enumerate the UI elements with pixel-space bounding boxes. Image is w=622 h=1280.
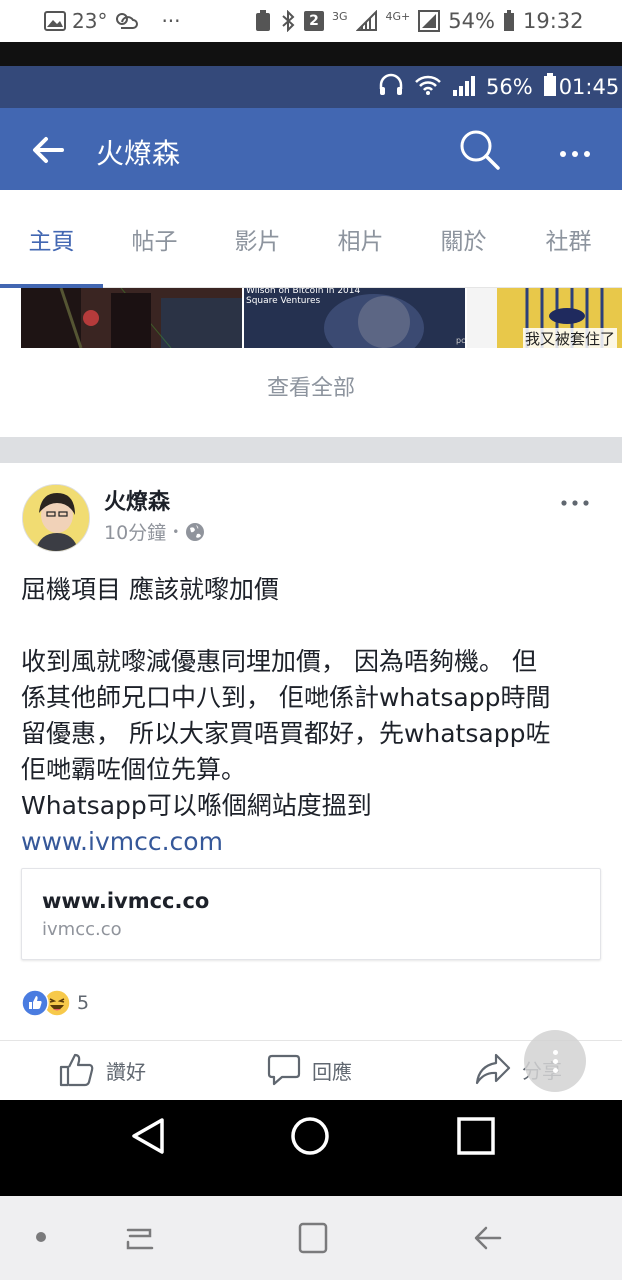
status-divider xyxy=(0,42,622,66)
signal-icon xyxy=(418,10,441,32)
network-3g: 3G xyxy=(332,9,348,23)
post-author[interactable]: 火燎森 xyxy=(104,484,170,516)
back-nav-icon[interactable] xyxy=(128,1116,168,1160)
battery-percent: 54% xyxy=(448,9,495,33)
recents-nav-icon[interactable] xyxy=(456,1116,496,1160)
recent-apps-icon[interactable] xyxy=(124,1224,156,1258)
tab-community[interactable]: 社群 xyxy=(515,190,622,288)
network-4g: 4G+ xyxy=(385,9,411,23)
menu-dot xyxy=(552,1049,558,1055)
tab-about[interactable]: 關於 xyxy=(412,190,515,288)
nav-dot-icon xyxy=(36,1232,46,1242)
share-icon xyxy=(474,1052,512,1086)
floating-menu-button[interactable] xyxy=(524,1030,586,1092)
like-button[interactable]: 讚好 xyxy=(58,1052,146,1088)
tab-home[interactable]: 主頁 xyxy=(0,190,103,288)
signal-icon xyxy=(355,10,378,32)
recycle-icon xyxy=(254,10,272,32)
photo-thumbnail[interactable]: 我又被套住了 xyxy=(467,288,622,348)
inner-status-bar: 56% 01:45 xyxy=(0,66,622,108)
post-text-line: 佢哋霸咗個位先算。 xyxy=(21,755,247,784)
meta-separator: • xyxy=(172,524,180,539)
profile-tabs: 主頁 帖子 影片 相片 關於 社群 xyxy=(0,190,622,288)
temperature-text: 23° xyxy=(72,9,108,33)
post-text-line: Whatsapp可以喺個網站度搵到 xyxy=(21,791,372,820)
search-icon[interactable] xyxy=(458,128,502,172)
more-options-icon[interactable] xyxy=(558,144,592,157)
back-arrow-icon[interactable] xyxy=(30,134,66,166)
photo-thumbnail[interactable]: Wilson on Bitcoin in 2014 Square Venture… xyxy=(244,288,465,348)
photo-caption: Wilson on Bitcoin in 2014 xyxy=(246,288,361,296)
app-header: 火燎森 xyxy=(0,108,622,190)
outer-navigation-bar xyxy=(0,1196,622,1280)
post-text-line: 留優惠， 所以大家買唔買都好，先whatsapp咗 xyxy=(21,719,551,748)
link-card-title: www.ivmcc.co xyxy=(42,889,210,913)
post-options-icon[interactable] xyxy=(560,484,590,514)
link-preview-card[interactable]: www.ivmcc.co ivmcc.co xyxy=(21,868,601,960)
post-text-line: 係其他師兄口中八到， 佢哋係計whatsapp時間 xyxy=(21,683,551,712)
bluetooth-icon xyxy=(280,10,296,32)
reaction-summary[interactable]: 5 xyxy=(21,988,89,1018)
outer-status-bar: 23° ··· 2 3G 4G+ 54% 19:32 xyxy=(0,0,622,42)
photo-caption: Square Ventures xyxy=(246,296,321,306)
page-title: 火燎森 xyxy=(96,137,181,170)
battery-percent: 56% xyxy=(486,75,533,99)
section-separator xyxy=(0,437,622,463)
thumbs-up-icon xyxy=(58,1052,96,1088)
inner-navigation-bar xyxy=(0,1100,622,1172)
see-all-link[interactable]: 查看全部 xyxy=(0,370,622,402)
reaction-count: 5 xyxy=(77,992,90,1014)
post-time[interactable]: 10分鐘 xyxy=(104,518,166,545)
post-text-line xyxy=(21,608,606,644)
clock: 19:32 xyxy=(522,9,584,33)
avatar[interactable] xyxy=(22,484,90,552)
nav-divider xyxy=(0,1172,622,1196)
like-label: 讚好 xyxy=(106,1059,146,1084)
more-notifications: ··· xyxy=(161,9,181,33)
photo-caption: pc xyxy=(456,336,465,345)
headset-icon xyxy=(378,73,404,102)
like-reaction-icon xyxy=(21,989,49,1017)
sim-badge: 2 xyxy=(304,11,324,31)
post-meta: 10分鐘 • xyxy=(104,518,205,545)
gallery-icon xyxy=(44,11,66,31)
weather-icon xyxy=(113,10,139,32)
menu-dot xyxy=(552,1067,558,1073)
tab-videos[interactable]: 影片 xyxy=(206,190,309,288)
clock: 01:45 xyxy=(558,75,620,99)
comment-label: 回應 xyxy=(312,1059,352,1084)
home-square-icon[interactable] xyxy=(298,1222,328,1258)
signal-icon xyxy=(452,74,476,101)
globe-icon xyxy=(185,522,205,542)
link-card-domain: ivmcc.co xyxy=(42,919,122,940)
tab-photos[interactable]: 相片 xyxy=(309,190,412,288)
post-text-line: 屈機項目 應該就嚟加價 xyxy=(21,575,279,604)
menu-dot xyxy=(552,1058,558,1064)
back-arrow-icon[interactable] xyxy=(472,1222,504,1258)
photo-caption: 我又被套住了 xyxy=(523,328,618,348)
battery-icon xyxy=(503,10,515,32)
post-link[interactable]: www.ivmcc.com xyxy=(21,824,606,860)
home-nav-icon[interactable] xyxy=(290,1116,330,1160)
comment-icon xyxy=(266,1052,302,1088)
wifi-icon xyxy=(414,74,442,101)
tab-posts[interactable]: 帖子 xyxy=(103,190,206,288)
battery-icon xyxy=(543,72,557,102)
photo-thumbnail[interactable] xyxy=(21,288,242,348)
post-text-line: 收到風就嚟減優惠同埋加價， 因為唔夠機。 但 xyxy=(21,647,537,676)
comment-button[interactable]: 回應 xyxy=(266,1052,352,1088)
post-body: 屈機項目 應該就嚟加價 收到風就嚟減優惠同埋加價， 因為唔夠機。 但 係其他師兄… xyxy=(21,572,606,860)
